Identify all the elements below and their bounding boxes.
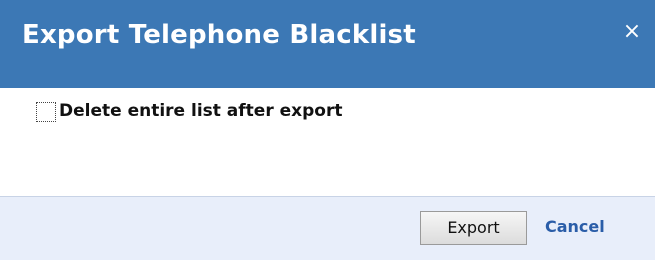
export-button[interactable]: Export <box>420 211 527 245</box>
close-icon[interactable]: × <box>619 19 645 45</box>
delete-entire-list-checkbox[interactable] <box>36 102 56 122</box>
dialog-footer: Export Cancel <box>0 196 655 260</box>
delete-entire-list-option[interactable]: Delete entire list after export <box>36 100 343 122</box>
cancel-link[interactable]: Cancel <box>545 217 605 236</box>
dialog-title: Export Telephone Blacklist <box>22 20 416 50</box>
delete-entire-list-label: Delete entire list after export <box>59 101 343 121</box>
dialog-bottom-edge <box>0 260 655 264</box>
dialog-titlebar: Export Telephone Blacklist × <box>0 0 655 88</box>
dialog-body: Delete entire list after export <box>0 88 655 196</box>
export-telephone-blacklist-dialog: Export Telephone Blacklist × Delete enti… <box>0 0 655 264</box>
